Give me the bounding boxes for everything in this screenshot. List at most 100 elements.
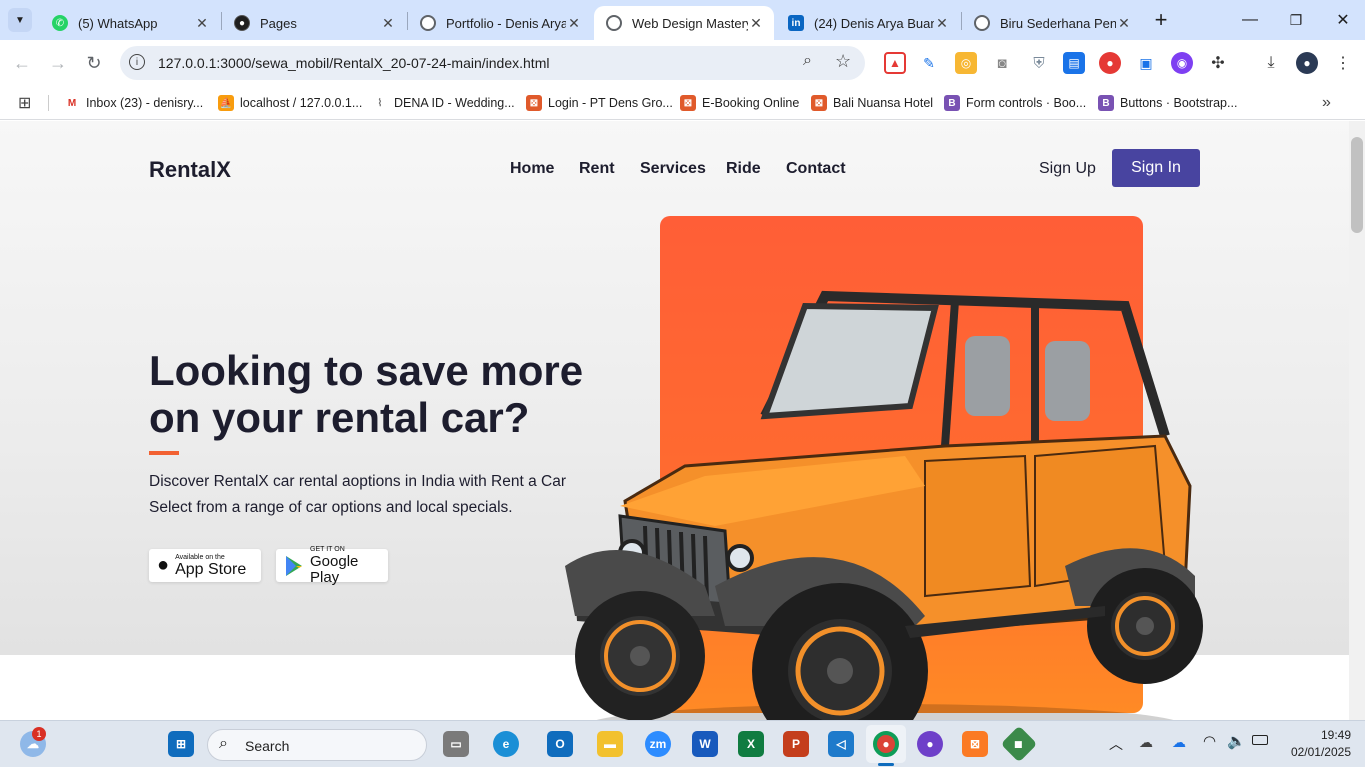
task-view-icon[interactable]: ▭: [443, 731, 469, 757]
tab-web-design-mastery[interactable]: Web Design Mastery ✕: [594, 6, 774, 40]
show-hidden-icons[interactable]: ︿: [1109, 734, 1123, 754]
windows-taskbar: ☁ 1 ⊞ ⌕ Search ▭ e O ▬ zm W X P ◁ ● ● ⊠ …: [0, 720, 1365, 767]
bookmark-label: E-Booking Online: [702, 96, 800, 110]
bootstrap-icon: B: [944, 95, 960, 111]
close-icon[interactable]: ✕: [1116, 15, 1132, 32]
app-store-big-text: App Store: [175, 560, 247, 578]
bookmark-inbox[interactable]: M Inbox (23) - denisry...: [64, 93, 203, 113]
bookmark-label: Login - PT Dens Gro...: [548, 96, 673, 110]
bookmark-ebooking[interactable]: ⊠ E-Booking Online: [680, 93, 799, 113]
bookmark-login-pt[interactable]: ⊠ Login - PT Dens Gro...: [526, 93, 673, 113]
extensions-puzzle-icon[interactable]: ✣: [1207, 52, 1229, 74]
menu-kebab-icon[interactable]: ⋮: [1332, 52, 1354, 74]
phpmyadmin-icon: ⛵: [218, 95, 234, 111]
profile-avatar[interactable]: ●: [1296, 52, 1318, 74]
wifi-icon[interactable]: ◠: [1203, 732, 1216, 750]
apps-grid-icon[interactable]: ⊞: [18, 93, 31, 113]
github-desktop-icon[interactable]: ●: [917, 731, 943, 757]
bookmark-bali-nuansa[interactable]: ⊠ Bali Nuansa Hotel: [811, 93, 933, 113]
close-icon[interactable]: ✕: [194, 15, 210, 32]
windows-start-icon[interactable]: ⊞: [168, 731, 194, 757]
hero-title: Looking to save more on your rental car?: [149, 347, 584, 441]
close-window-button[interactable]: ✕: [1331, 8, 1355, 32]
jeep-car-image: [565, 290, 1203, 720]
sign-up-link[interactable]: Sign Up: [1039, 160, 1096, 178]
extension-circle-icon[interactable]: ◉: [1171, 52, 1193, 74]
tab-search-button[interactable]: ▼: [8, 8, 32, 32]
new-tab-button[interactable]: +: [1149, 7, 1173, 32]
onedrive-icon[interactable]: ☁: [1139, 734, 1153, 751]
zoom-app-icon[interactable]: zm: [645, 731, 671, 757]
tab-biru-sederhana[interactable]: Biru Sederhana Penawaran ✕: [962, 6, 1142, 40]
system-clock[interactable]: 19:49 02/01/2025: [1291, 727, 1351, 761]
bookmark-localhost[interactable]: ⛵ localhost / 127.0.0.1...: [218, 93, 362, 113]
back-button[interactable]: ←: [10, 51, 34, 75]
vscode-icon[interactable]: ◁: [828, 731, 854, 757]
edge-icon[interactable]: e: [493, 731, 519, 757]
close-icon[interactable]: ✕: [380, 15, 396, 32]
zoom-icon[interactable]: ⌕: [803, 52, 812, 70]
bookmark-label: Bali Nuansa Hotel: [833, 96, 934, 110]
xampp-icon[interactable]: ⊠: [962, 731, 988, 757]
browser-toolbar: ← → ↻ i 127.0.0.1:3000/sewa_mobil/Rental…: [0, 40, 1365, 86]
volume-icon[interactable]: 🔈: [1227, 732, 1246, 750]
bookmark-label: Buttons · Bootstrap...: [1120, 96, 1238, 110]
nav-ride[interactable]: Ride: [726, 160, 761, 178]
minimize-button[interactable]: —: [1238, 8, 1262, 32]
more-bookmarks-icon[interactable]: »: [1322, 93, 1331, 113]
close-icon[interactable]: ✕: [934, 15, 950, 32]
close-icon[interactable]: ✕: [566, 15, 582, 32]
page-scrollbar[interactable]: [1349, 121, 1365, 720]
url-text: 127.0.0.1:3000/sewa_mobil/RentalX_20-07-…: [158, 55, 550, 71]
excel-icon[interactable]: X: [738, 731, 764, 757]
extension-blue-icon[interactable]: ▣: [1135, 52, 1157, 74]
powerpoint-icon[interactable]: P: [783, 731, 809, 757]
forward-button[interactable]: →: [46, 51, 70, 75]
bookmark-star-icon[interactable]: ☆: [835, 51, 851, 72]
close-icon[interactable]: ✕: [748, 15, 764, 32]
taskbar-search[interactable]: ⌕ Search: [207, 729, 427, 761]
bookmark-buttons-bootstrap[interactable]: B Buttons · Bootstrap...: [1098, 93, 1237, 113]
git-icon[interactable]: ◆: [1000, 725, 1038, 763]
extension-red-icon[interactable]: ▲: [884, 52, 906, 74]
word-icon[interactable]: W: [692, 731, 718, 757]
google-play-button[interactable]: GET IT ON Google Play: [276, 546, 388, 585]
scrollbar-thumb[interactable]: [1351, 137, 1363, 233]
chrome-icon[interactable]: ●: [873, 731, 899, 757]
tab-portfolio[interactable]: Portfolio - Denis Arya ✕: [408, 6, 592, 40]
camera-icon[interactable]: ◙: [991, 52, 1013, 74]
reload-button[interactable]: ↻: [82, 51, 106, 75]
extension-doc-icon[interactable]: ▤: [1063, 52, 1085, 74]
download-icon[interactable]: ⤓: [1260, 52, 1282, 74]
nav-rent[interactable]: Rent: [579, 160, 615, 178]
file-explorer-icon[interactable]: ▬: [597, 731, 623, 757]
site-logo[interactable]: RentalX: [149, 157, 231, 183]
bookmark-dena[interactable]: ⌇ DENA ID - Wedding...: [372, 93, 515, 113]
battery-icon[interactable]: [1252, 735, 1268, 745]
bookmark-form-controls[interactable]: B Form controls · Boo...: [944, 93, 1086, 113]
site-info-icon[interactable]: i: [129, 54, 145, 70]
sign-in-button[interactable]: Sign In: [1112, 149, 1200, 187]
tab-linkedin[interactable]: in (24) Denis Arya Buana ✕: [776, 6, 960, 40]
globe-icon: [420, 15, 436, 31]
cloud-sync-icon[interactable]: ☁: [1172, 734, 1186, 751]
tab-pages[interactable]: ● Pages ✕: [222, 6, 406, 40]
app-store-button[interactable]: ● Available on the App Store: [149, 549, 261, 582]
shield-icon[interactable]: ⛨: [1028, 52, 1050, 74]
page-viewport: RentalX Home Rent Services Ride Contact …: [0, 121, 1349, 720]
bookmark-site-icon: ⊠: [680, 95, 696, 111]
extension-pen-icon[interactable]: ✎: [918, 52, 940, 74]
maximize-button[interactable]: ❐: [1284, 8, 1308, 32]
clock-time: 19:49: [1320, 728, 1351, 742]
tab-title: (24) Denis Arya Buana: [814, 15, 934, 31]
outlook-icon[interactable]: O: [547, 731, 573, 757]
tab-whatsapp[interactable]: ✆ (5) WhatsApp ✕: [40, 6, 220, 40]
nav-contact[interactable]: Contact: [786, 160, 846, 178]
nav-home[interactable]: Home: [510, 160, 554, 178]
tab-title: Pages: [260, 15, 297, 31]
nav-services[interactable]: Services: [640, 160, 706, 178]
address-bar[interactable]: i 127.0.0.1:3000/sewa_mobil/RentalX_20-0…: [120, 46, 865, 80]
github-icon: ●: [234, 15, 250, 31]
pokeball-icon[interactable]: ●: [1099, 52, 1121, 74]
extension-orange-icon[interactable]: ◎: [955, 52, 977, 74]
